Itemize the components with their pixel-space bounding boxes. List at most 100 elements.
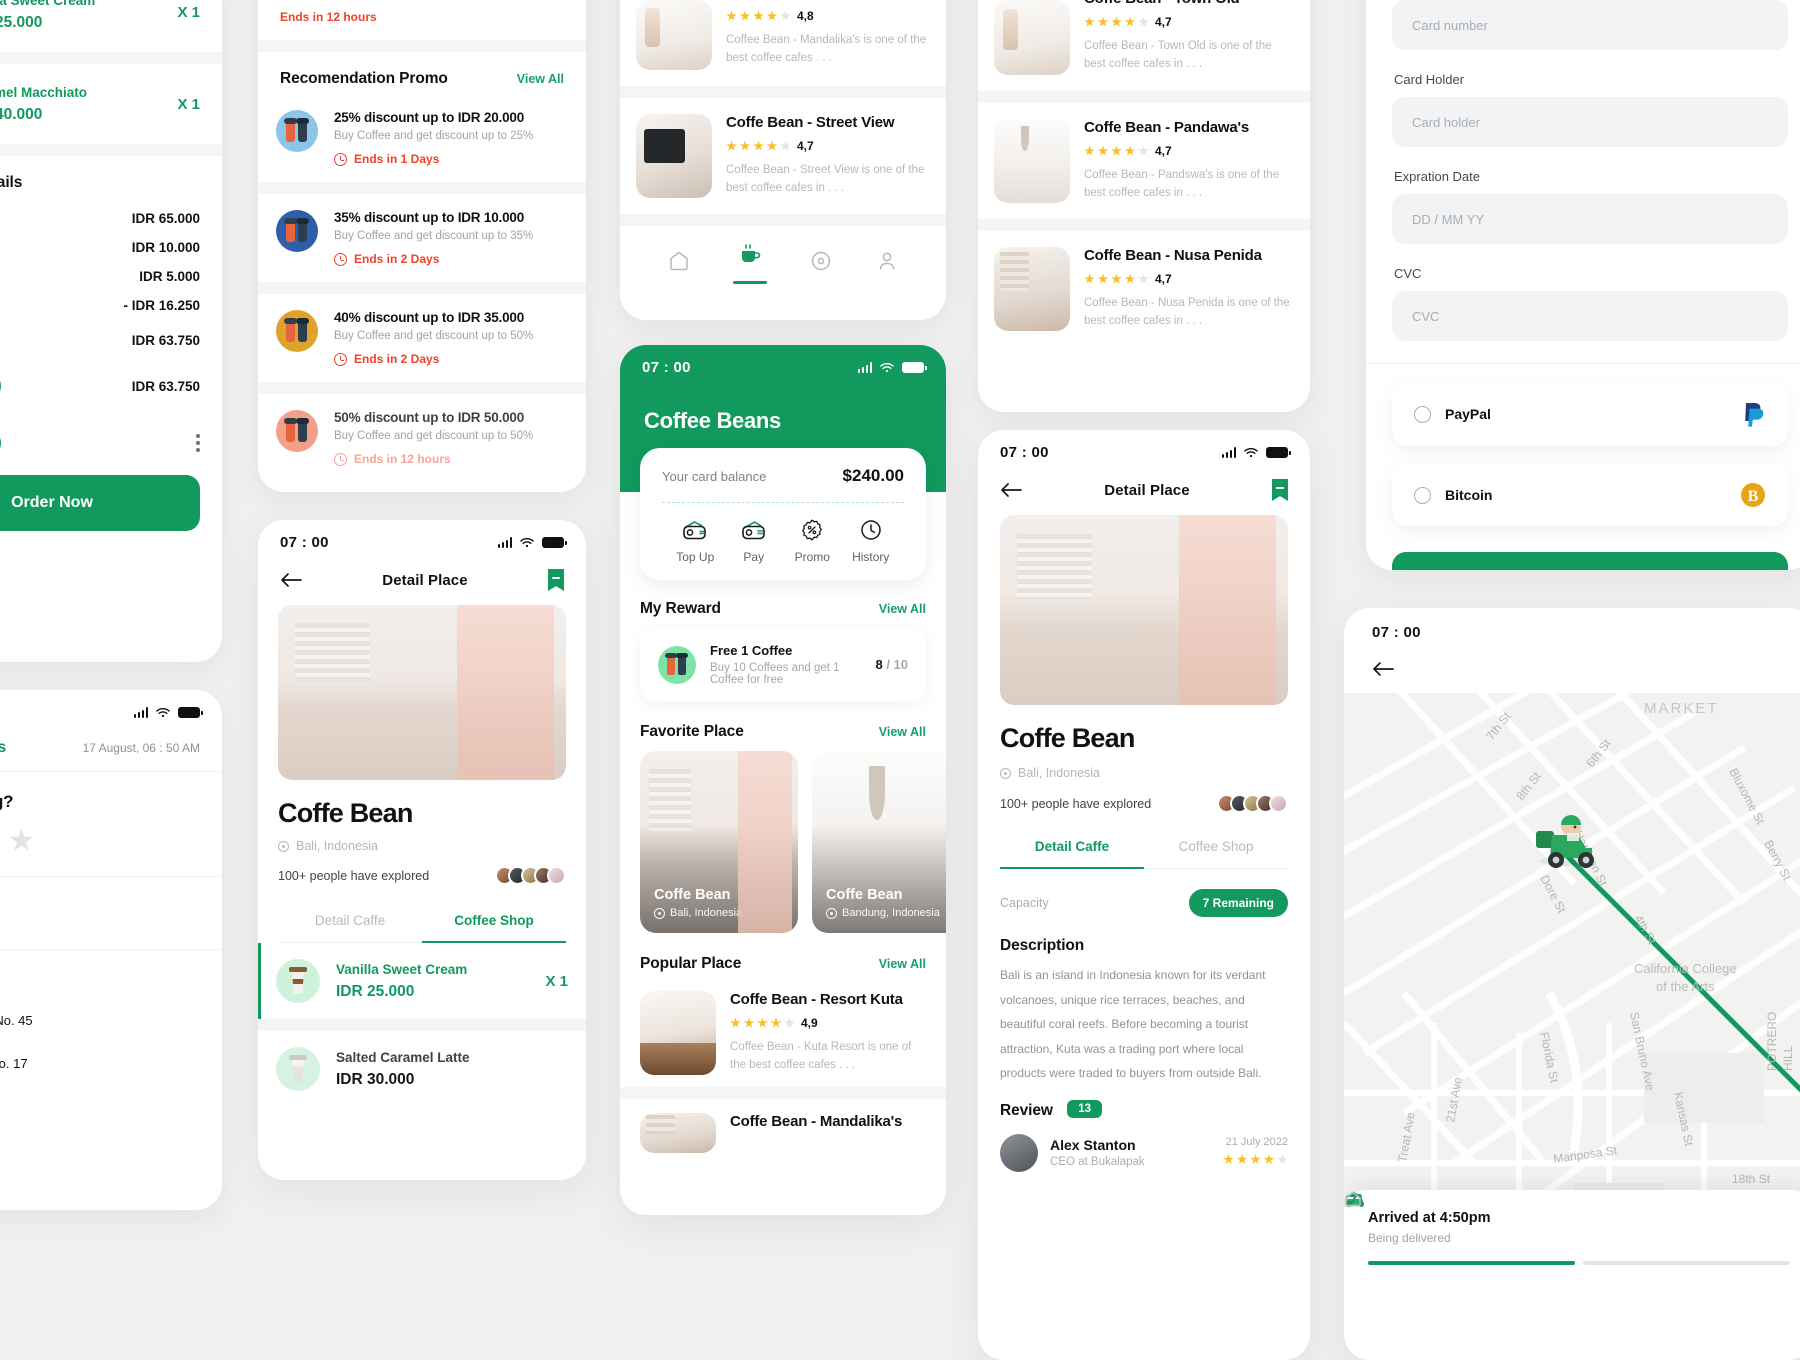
driver-name: Richard Lee — [0, 895, 200, 912]
place-name: Coffe Bean - Mandalika's — [726, 0, 930, 1]
promo-title: 40% discount up to IDR 35.000 — [334, 310, 524, 325]
tab-coffee-shop[interactable]: Coffee Shop — [422, 901, 566, 943]
bookmark-icon[interactable] — [1271, 479, 1288, 501]
explorer-avatars — [1217, 794, 1288, 813]
place-name: Coffe Bean - Resort Kuta — [730, 991, 903, 1008]
card-number-input[interactable]: Card number — [1392, 0, 1788, 50]
menu-item-price: IDR 30.000 — [336, 1070, 415, 1088]
location-icon[interactable] — [809, 249, 833, 273]
delivery-map[interactable]: MARKET 7th St 6th St 8th St Harrison St … — [1344, 693, 1800, 1283]
order-now-button[interactable]: Order Now — [0, 475, 200, 531]
payment-method-chip[interactable]: Coffee Pay — [0, 429, 1, 457]
section-title: Popular Place — [640, 955, 742, 972]
pay-now-button[interactable]: Pay Now — [1392, 552, 1788, 570]
summary-value: IDR 65.000 — [131, 211, 200, 226]
menu-item[interactable]: Vanilla Sweet Cream IDR 25.000 X 1 — [258, 943, 586, 1019]
pay-method-row[interactable]: Coffee Pay IDR 63.750 — [0, 365, 200, 407]
place-name: Coffe Bean - Town Old — [1084, 0, 1294, 7]
favorite-place-tile[interactable]: Coffe Bean Bali, Indonesia — [640, 751, 798, 933]
place-list-row[interactable]: Coffe Bean - Pandawa's 4,7 Coffee Bean -… — [978, 103, 1310, 219]
cart-item[interactable]: Vanilla Sweet Cream IDR 25.000 X 1 — [0, 0, 200, 52]
card-number-placeholder: Card number — [1412, 17, 1488, 33]
star-icon — [726, 10, 737, 21]
tab-detail-caffe[interactable]: Detail Caffe — [278, 901, 422, 943]
star-icon — [1111, 145, 1122, 156]
star-icon — [753, 140, 764, 151]
svg-text:HILL: HILL — [1781, 1045, 1795, 1071]
reward-coffee-icon — [658, 645, 696, 684]
reward-progress-current: 8 — [875, 657, 883, 672]
quick-actions: Top Up Pay Promo History — [662, 517, 904, 564]
action-history[interactable]: History — [842, 517, 901, 564]
radio-button[interactable] — [1414, 405, 1431, 423]
promo-item[interactable]: 40% discount up to IDR 35.000 Buy Coffee… — [258, 294, 586, 382]
view-all-link[interactable]: View All — [879, 602, 926, 616]
wifi-icon — [1244, 447, 1258, 458]
promo-item[interactable]: 35% discount up to IDR 10.000 Buy Coffee… — [258, 194, 586, 282]
action-pay[interactable]: Pay — [725, 517, 784, 564]
promo-item[interactable]: 25% discount up to IDR 20.000 Buy Coffee… — [258, 94, 586, 182]
place-list-row[interactable]: Coffe Bean - Nusa Penida 4,7 Coffee Bean… — [978, 231, 1310, 347]
star-icon — [1250, 1153, 1261, 1164]
section-title: Recomendation Promo — [280, 70, 448, 87]
wallet-title: Coffee Beans — [644, 408, 781, 433]
more-options-icon[interactable] — [196, 434, 200, 452]
action-top-up[interactable]: Top Up — [666, 517, 725, 564]
bitcoin-icon: B — [1741, 483, 1765, 507]
coffee-pay-chip[interactable]: Coffee Pay — [0, 372, 1, 400]
popular-place-row[interactable]: Coffe Bean - Resort Kuta 4,9 Coffee Bean… — [620, 979, 946, 1087]
receipt-datetime: 17 August, 06 : 50 AM — [82, 741, 200, 755]
expiration-input[interactable]: DD / MM YY — [1392, 194, 1788, 244]
rating-stars[interactable] — [0, 828, 34, 853]
promo-title: 35% discount up to IDR 10.000 — [334, 210, 524, 225]
back-icon[interactable] — [1372, 661, 1394, 677]
back-icon[interactable] — [280, 572, 302, 588]
menu-item[interactable]: Salted Caramel Latte IDR 30.000 — [258, 1031, 586, 1107]
cvc-input[interactable]: CVC — [1392, 291, 1788, 341]
view-all-link[interactable]: View All — [517, 72, 564, 86]
delivery-progress — [1345, 1191, 1790, 1265]
place-list-row[interactable]: Coffe Bean - Town Old 4,7 Coffee Bean - … — [978, 0, 1310, 91]
home-icon[interactable] — [667, 249, 691, 273]
view-all-link[interactable]: View All — [879, 725, 926, 739]
clock-icon — [334, 352, 347, 366]
place-result-row[interactable]: Coffe Bean - Street View 4,7 Coffee Bean… — [620, 98, 946, 214]
summary-value: IDR 10.000 — [131, 240, 200, 255]
place-description: Coffee Bean - Pandswa's is one of the be… — [1084, 169, 1280, 199]
view-all-link[interactable]: View All — [879, 957, 926, 971]
favorite-place-name: Coffe Bean — [654, 887, 731, 903]
star-icon[interactable] — [9, 828, 34, 851]
popular-place-header: Popular Place View All — [620, 933, 946, 979]
menu-item-qty: X 1 — [545, 972, 568, 990]
status-time: 07 : 00 — [280, 534, 329, 551]
home-pin-icon — [1345, 1191, 1361, 1207]
card-holder-input[interactable]: Card holder — [1392, 97, 1788, 147]
bookmark-icon[interactable] — [547, 569, 564, 591]
promo-item[interactable]: 50% discount up to IDR 50.000 Buy Coffee… — [258, 394, 586, 482]
promo-coffee-icon — [276, 210, 318, 252]
action-promo[interactable]: Promo — [783, 517, 842, 564]
promo-title: 25% discount up to IDR 20.000 — [334, 110, 524, 125]
place-result-row[interactable]: Coffe Bean - Mandalika's 4,8 Coffee Bean… — [620, 0, 946, 86]
action-label: Promo — [794, 550, 830, 564]
coffee-icon[interactable] — [738, 242, 762, 266]
tab-coffee-shop[interactable]: Coffee Shop — [1144, 827, 1288, 869]
explored-count: 100+ people have explored — [278, 868, 430, 883]
back-icon[interactable] — [1000, 482, 1022, 498]
coffee-cup-icon — [276, 1047, 320, 1091]
summary-value: IDR 5.000 — [139, 269, 200, 284]
popular-place-row[interactable]: Coffe Bean - Mandalika's — [620, 1099, 946, 1167]
tab-detail-caffe[interactable]: Detail Caffe — [1000, 827, 1144, 869]
cart-item[interactable]: Caramel Macchiato IDR 40.000 X 1 — [0, 72, 200, 144]
rating-question: Give a rating? — [0, 792, 14, 811]
payment-option-bitcoin[interactable]: Bitcoin B — [1392, 464, 1788, 526]
radio-button[interactable] — [1414, 486, 1431, 504]
cart-item-name: Vanilla Sweet Cream — [0, 0, 96, 8]
reviewer-name: Alex Stanton — [1050, 1137, 1136, 1154]
payment-option-paypal[interactable]: PayPal — [1392, 382, 1788, 446]
rating-stars — [1084, 145, 1149, 157]
favorite-place-tile[interactable]: Coffe Bean Bandung, Indonesia — [812, 751, 946, 933]
reward-card[interactable]: Free 1 Coffee Buy 10 Coffees and get 1 C… — [640, 628, 926, 701]
place-thumbnail — [636, 114, 712, 198]
profile-icon[interactable] — [875, 249, 899, 273]
